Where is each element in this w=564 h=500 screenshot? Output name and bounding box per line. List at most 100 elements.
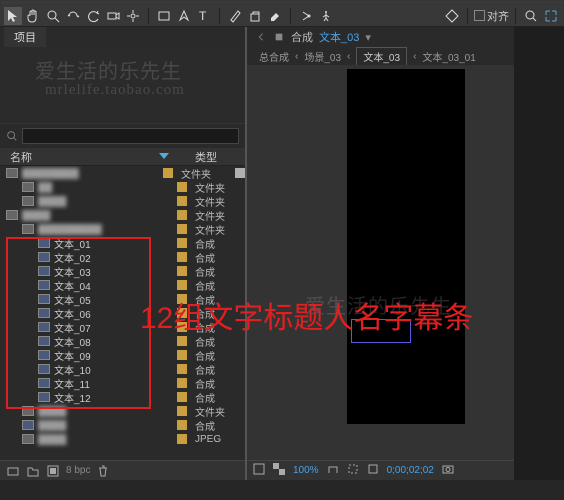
crumb-root[interactable]: 总合成 xyxy=(259,49,289,64)
composition-canvas[interactable] xyxy=(347,69,465,424)
pen-tool-icon[interactable] xyxy=(175,7,193,25)
comp-icon xyxy=(38,266,50,276)
label-color[interactable] xyxy=(177,364,187,374)
viewer-layer-icon[interactable] xyxy=(273,31,285,43)
label-color[interactable] xyxy=(177,280,187,290)
comp-icon xyxy=(38,238,50,248)
comp-icon xyxy=(38,322,50,332)
tree-row[interactable]: ████JPEG xyxy=(0,432,245,446)
align-toggle[interactable]: 对齐 xyxy=(474,8,509,24)
search-input[interactable] xyxy=(22,128,239,144)
eraser-tool-icon[interactable] xyxy=(266,7,284,25)
tree-row[interactable]: ████████文件夹 xyxy=(0,166,245,180)
snapshot-icon[interactable] xyxy=(442,463,454,478)
label-color[interactable] xyxy=(177,210,187,220)
puppet-tool-icon[interactable] xyxy=(317,7,335,25)
clone-tool-icon[interactable] xyxy=(246,7,264,25)
crumb-child[interactable]: 文本_03_01 xyxy=(422,49,475,64)
tree-row[interactable]: 文本_01合成 xyxy=(0,236,245,250)
sort-icon[interactable] xyxy=(159,153,169,161)
roi-icon[interactable] xyxy=(347,463,359,478)
label-color[interactable] xyxy=(177,252,187,262)
resolution-icon[interactable] xyxy=(327,463,339,478)
label-color[interactable] xyxy=(177,336,187,346)
label-color[interactable] xyxy=(177,350,187,360)
item-label: ████ xyxy=(22,210,173,221)
expand-icon[interactable] xyxy=(542,7,560,25)
label-color[interactable] xyxy=(177,182,187,192)
tree-row[interactable]: ████合成 xyxy=(0,418,245,432)
zoom-value[interactable]: 100% xyxy=(293,465,319,476)
camera-tool-icon[interactable] xyxy=(104,7,122,25)
label-color[interactable] xyxy=(177,196,187,206)
tree-row[interactable]: 文本_08合成 xyxy=(0,334,245,348)
col-type-header[interactable]: 类型 xyxy=(195,149,245,165)
label-color[interactable] xyxy=(177,378,187,388)
viewer-comp-name[interactable]: 文本_03 xyxy=(319,29,359,45)
mask-icon[interactable] xyxy=(253,463,265,478)
tree-row[interactable]: 文本_11合成 xyxy=(0,376,245,390)
comp-icon xyxy=(38,336,50,346)
label-color[interactable] xyxy=(177,322,187,332)
label-color[interactable] xyxy=(177,392,187,402)
bpc-label[interactable]: 8 bpc xyxy=(66,465,90,476)
label-color[interactable] xyxy=(177,434,187,444)
trash-icon[interactable] xyxy=(96,464,110,478)
channel-icon[interactable] xyxy=(367,463,379,478)
tree-row[interactable]: 文本_02合成 xyxy=(0,250,245,264)
folder-icon xyxy=(6,168,18,178)
tree-row[interactable]: 文本_07合成 xyxy=(0,320,245,334)
rectangle-tool-icon[interactable] xyxy=(155,7,173,25)
label-color[interactable] xyxy=(177,406,187,416)
transparency-icon[interactable] xyxy=(273,463,285,478)
selection-tool-icon[interactable] xyxy=(4,7,22,25)
brush-tool-icon[interactable] xyxy=(226,7,244,25)
hand-tool-icon[interactable] xyxy=(24,7,42,25)
label-color[interactable] xyxy=(177,294,187,304)
text-tool-icon[interactable]: T xyxy=(195,7,213,25)
snap-icon[interactable] xyxy=(443,7,461,25)
tree-row[interactable]: 文本_05合成 xyxy=(0,292,245,306)
tree-row[interactable]: 文本_09合成 xyxy=(0,348,245,362)
crumb-scene[interactable]: 场景_03 xyxy=(304,49,341,64)
item-label: 文本_06 xyxy=(54,306,173,321)
new-folder-icon[interactable] xyxy=(26,464,40,478)
pan-behind-tool-icon[interactable] xyxy=(124,7,142,25)
label-col-icon[interactable] xyxy=(175,150,189,164)
search-icon xyxy=(6,130,18,142)
tree-row[interactable]: ████文件夹 xyxy=(0,208,245,222)
interpret-icon[interactable] xyxy=(6,464,20,478)
col-name-header[interactable]: 名称 xyxy=(10,149,153,165)
label-color[interactable] xyxy=(177,238,187,248)
new-comp-icon[interactable] xyxy=(46,464,60,478)
label-color[interactable] xyxy=(177,420,187,430)
tree-row[interactable]: ████文件夹 xyxy=(0,404,245,418)
rotate-tool-icon[interactable] xyxy=(84,7,102,25)
crumb-current[interactable]: 文本_03 xyxy=(356,47,407,66)
tree-row[interactable]: 文本_03合成 xyxy=(0,264,245,278)
search-help-icon[interactable] xyxy=(522,7,540,25)
label-color[interactable] xyxy=(177,224,187,234)
tree-row[interactable]: 文本_04合成 xyxy=(0,278,245,292)
tree-row[interactable]: 文本_12合成 xyxy=(0,390,245,404)
orbit-tool-icon[interactable] xyxy=(64,7,82,25)
label-color[interactable] xyxy=(177,308,187,318)
roto-tool-icon[interactable] xyxy=(297,7,315,25)
label-color[interactable] xyxy=(163,168,173,178)
viewer-back-icon[interactable] xyxy=(255,31,267,43)
tree-row[interactable]: 文本_10合成 xyxy=(0,362,245,376)
project-tab[interactable]: 项目 xyxy=(4,27,46,47)
tree-row[interactable]: ████文件夹 xyxy=(0,194,245,208)
current-time[interactable]: 0;00;02;02 xyxy=(387,465,434,476)
comp-icon xyxy=(38,308,50,318)
tree-row[interactable]: 文本_06合成 xyxy=(0,306,245,320)
tree-row[interactable]: ██文件夹 xyxy=(0,180,245,194)
selected-layer-outline[interactable] xyxy=(351,319,411,343)
tree-row[interactable]: █████████文件夹 xyxy=(0,222,245,236)
project-tree[interactable]: ████████文件夹██文件夹████文件夹████文件夹█████████文… xyxy=(0,166,245,460)
main-toolbar: T 对齐 xyxy=(0,5,564,27)
label-color[interactable] xyxy=(177,266,187,276)
zoom-tool-icon[interactable] xyxy=(44,7,62,25)
item-label: ████ xyxy=(38,420,173,431)
item-type: 合成 xyxy=(195,362,245,377)
